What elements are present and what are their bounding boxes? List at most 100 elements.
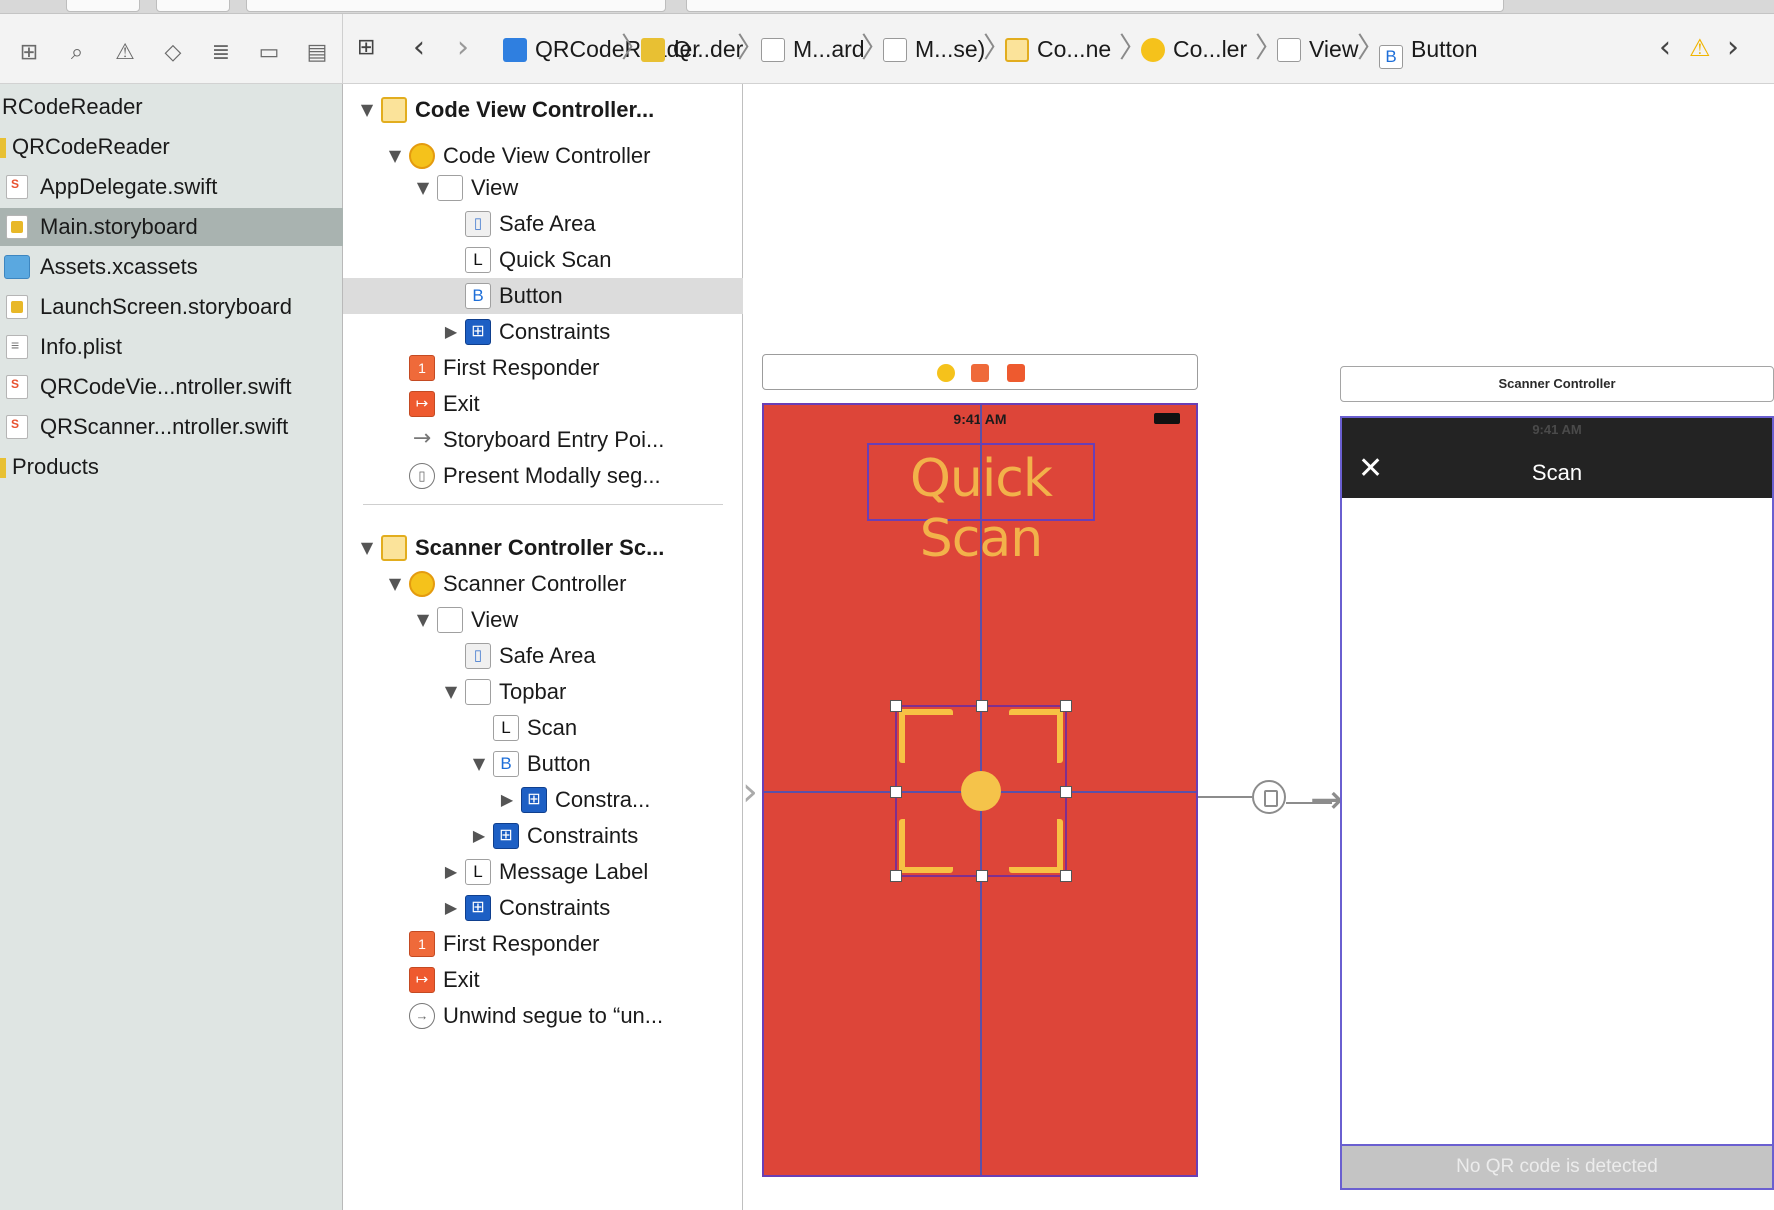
outline-row[interactable]: → Unwind segue to “un... bbox=[343, 998, 743, 1034]
jumpbar-crumb-storyboard[interactable]: M...ard bbox=[761, 14, 865, 84]
storyboard-file-icon bbox=[6, 295, 28, 319]
segue-line bbox=[1198, 796, 1252, 798]
outline-row[interactable]: 1 First Responder bbox=[343, 350, 743, 386]
outline-row[interactable]: ▶ ⊞ Constraints bbox=[343, 890, 743, 926]
jumpbar-crumb-group[interactable]: Q...der bbox=[641, 14, 743, 84]
disclosure-collapsed-icon[interactable]: ▶ bbox=[441, 854, 461, 890]
scan-button[interactable] bbox=[890, 700, 1072, 882]
back-chevron-icon[interactable]: ‹ bbox=[413, 14, 425, 84]
button-icon: B bbox=[493, 751, 519, 777]
disclosure-collapsed-icon[interactable]: ▶ bbox=[441, 314, 461, 350]
scheme-selector[interactable] bbox=[246, 0, 666, 12]
run-button[interactable] bbox=[66, 0, 140, 12]
disclosure-expanded-icon[interactable]: ▼ bbox=[385, 566, 405, 602]
project-navigator-icon[interactable]: ⊞ bbox=[16, 40, 42, 66]
resize-handle[interactable] bbox=[890, 786, 902, 798]
report-icon[interactable]: ▤ bbox=[304, 40, 330, 66]
nav-item-file[interactable]: QRScanner...ntroller.swift bbox=[0, 408, 343, 446]
outline-row[interactable]: ▼ View bbox=[343, 602, 743, 638]
resize-handle[interactable] bbox=[976, 700, 988, 712]
resize-handle[interactable] bbox=[1060, 700, 1072, 712]
disclosure-expanded-icon[interactable]: ▼ bbox=[385, 138, 405, 174]
outline-row[interactable]: L Quick Scan bbox=[343, 242, 743, 278]
warning-icon[interactable]: ⚠ bbox=[1689, 14, 1711, 84]
view-controller-icon[interactable] bbox=[937, 364, 955, 382]
view-icon bbox=[1277, 38, 1301, 62]
outline-row[interactable]: ▶ ⊞ Constra... bbox=[343, 782, 743, 818]
disclosure-collapsed-icon[interactable]: ▶ bbox=[497, 782, 517, 818]
outline-row[interactable]: ▼ Code View Controller... bbox=[343, 92, 743, 128]
nav-item-file[interactable]: AppDelegate.swift bbox=[0, 168, 343, 206]
issue-prev-chevron-icon[interactable]: ‹ bbox=[1659, 14, 1671, 84]
outline-row[interactable]: ▼ Topbar bbox=[343, 674, 743, 710]
jumpbar-crumb-view[interactable]: View bbox=[1277, 14, 1358, 84]
nav-item-group[interactable]: Products bbox=[0, 448, 343, 486]
nav-item-file[interactable]: Info.plist bbox=[0, 328, 343, 366]
stop-button[interactable] bbox=[156, 0, 230, 12]
jumpbar-crumb-controller[interactable]: Co...ler bbox=[1141, 14, 1247, 84]
disclosure-expanded-icon[interactable]: ▼ bbox=[469, 746, 489, 782]
nav-item-file[interactable]: Assets.xcassets bbox=[0, 248, 343, 286]
issue-warning-icon[interactable]: ⚠ bbox=[112, 40, 138, 66]
outline-row[interactable]: ▼ Scanner Controller Sc... bbox=[343, 530, 743, 566]
disclosure-expanded-icon[interactable]: ▼ bbox=[441, 674, 461, 710]
disclosure-expanded-icon[interactable]: ▼ bbox=[357, 530, 377, 566]
present-modally-segue-icon[interactable] bbox=[1252, 780, 1286, 814]
outline-row[interactable]: L Scan bbox=[343, 710, 743, 746]
nav-item-file[interactable]: QRCodeVie...ntroller.swift bbox=[0, 368, 343, 406]
entry-point-arrow-icon: › bbox=[742, 769, 758, 815]
code-view-controller-scene[interactable]: 9:41 AM Quick Scan bbox=[762, 403, 1198, 1177]
debug-list-icon[interactable]: ≣ bbox=[208, 40, 234, 66]
resize-handle[interactable] bbox=[890, 700, 902, 712]
scene-dock-code-view-controller[interactable] bbox=[762, 354, 1198, 390]
outline-row[interactable]: ↦ Exit bbox=[343, 962, 743, 998]
first-responder-icon[interactable] bbox=[971, 364, 989, 382]
disclosure-collapsed-icon[interactable]: ▶ bbox=[441, 890, 461, 926]
jumpbar-crumb-scene[interactable]: Co...ne bbox=[1005, 14, 1111, 84]
disclosure-collapsed-icon[interactable]: ▶ bbox=[469, 818, 489, 854]
outline-row-label: Safe Area bbox=[499, 211, 596, 236]
outline-row[interactable]: ▶ ⊞ Constraints bbox=[343, 314, 743, 350]
outline-row[interactable]: ▼ View bbox=[343, 170, 743, 206]
scanner-controller-scene[interactable]: 9:41 AM ✕ Scan No QR code is detected bbox=[1340, 416, 1774, 1190]
outline-row[interactable]: ▶ ⊞ Constraints bbox=[343, 818, 743, 854]
related-items-icon[interactable]: ⊞ bbox=[357, 14, 375, 84]
exit-icon[interactable] bbox=[1007, 364, 1025, 382]
jumpbar-crumb-button[interactable]: B Button bbox=[1379, 14, 1478, 84]
disclosure-expanded-icon[interactable]: ▼ bbox=[357, 92, 377, 128]
scene-title-scanner-controller[interactable]: Scanner Controller bbox=[1340, 366, 1774, 402]
outline-row[interactable]: 1 First Responder bbox=[343, 926, 743, 962]
resize-handle[interactable] bbox=[1060, 786, 1072, 798]
label-icon: L bbox=[493, 715, 519, 741]
nav-item-group[interactable]: QRCodeReader bbox=[0, 128, 343, 166]
resize-handle[interactable] bbox=[976, 870, 988, 882]
outline-row[interactable]: → Storyboard Entry Poi... bbox=[343, 422, 743, 458]
scan-center-dot-icon bbox=[961, 771, 1001, 811]
breakpoint-icon[interactable]: ▭ bbox=[256, 40, 282, 66]
outline-row[interactable]: ▶ L Message Label bbox=[343, 854, 743, 890]
nav-item-file-selected[interactable]: Main.storyboard bbox=[0, 208, 343, 246]
search-icon[interactable]: ⌕ bbox=[64, 40, 90, 66]
window-toolbar-strip bbox=[0, 0, 1774, 14]
issue-next-chevron-icon[interactable]: › bbox=[1727, 14, 1739, 84]
outline-row[interactable]: ▯ Safe Area bbox=[343, 206, 743, 242]
test-diamond-icon[interactable]: ◇ bbox=[160, 40, 186, 66]
forward-chevron-icon[interactable]: › bbox=[457, 14, 469, 84]
outline-row[interactable]: ▼ B Button bbox=[343, 746, 743, 782]
outline-row[interactable]: ▯ Present Modally seg... bbox=[343, 458, 743, 494]
quick-scan-label-frame[interactable]: Quick Scan bbox=[867, 443, 1095, 569]
resize-handle[interactable] bbox=[890, 870, 902, 882]
disclosure-expanded-icon[interactable]: ▼ bbox=[413, 170, 433, 206]
jumpbar-crumb-storyboard-base[interactable]: M...se) bbox=[883, 14, 985, 84]
nav-item-project[interactable]: RCodeReader bbox=[0, 88, 343, 126]
outline-row[interactable]: B Button bbox=[343, 278, 743, 314]
outline-row-label: Exit bbox=[443, 967, 480, 992]
outline-row[interactable]: ▯ Safe Area bbox=[343, 638, 743, 674]
outline-row[interactable]: ↦ Exit bbox=[343, 386, 743, 422]
nav-item-file[interactable]: LaunchScreen.storyboard bbox=[0, 288, 343, 326]
outline-row-label: View bbox=[471, 175, 519, 200]
disclosure-expanded-icon[interactable]: ▼ bbox=[413, 602, 433, 638]
resize-handle[interactable] bbox=[1060, 870, 1072, 882]
outline-row[interactable]: ▼ Code View Controller bbox=[343, 138, 743, 174]
outline-row[interactable]: ▼ Scanner Controller bbox=[343, 566, 743, 602]
